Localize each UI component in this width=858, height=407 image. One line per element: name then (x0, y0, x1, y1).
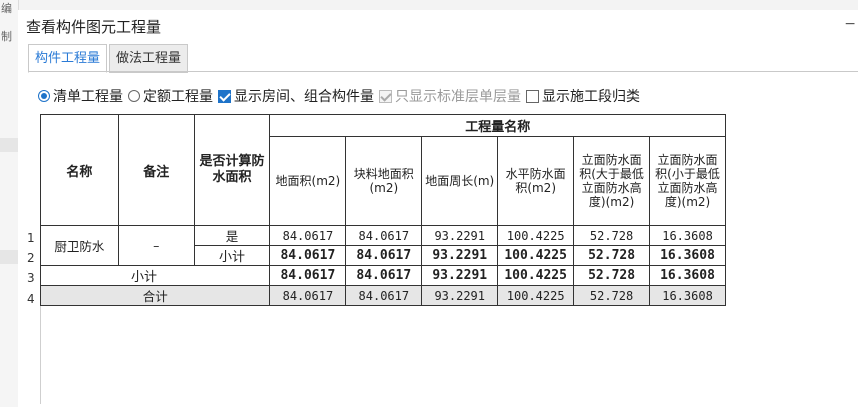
cell-note[interactable]: – (117, 225, 195, 266)
cell-value[interactable]: 84.0617 (345, 245, 423, 266)
quantity-table: 名称 备注 是否计算防水面积 工程量名称 地面积(m2) 块料地面积(m2) 地… (39, 114, 726, 306)
header-block-floor-area[interactable]: 块料地面积(m2) (345, 136, 423, 226)
quantity-grid: 1 2 3 4 名称 备注 是否计算防水面积 工程量名称 地面积(m2) 块料地… (26, 114, 726, 404)
background-left-text: 编 (1, 2, 12, 15)
cell-value[interactable]: 93.2291 (421, 285, 499, 306)
tab-method-quantity[interactable]: 做法工程量 (109, 44, 189, 73)
cell-value[interactable]: 100.4225 (497, 265, 575, 286)
header-vertical-above[interactable]: 立面防水面积(大于最低立面防水高度)(m2) (573, 136, 651, 226)
cell-value[interactable]: 52.728 (573, 245, 651, 266)
header-floor-area[interactable]: 地面积(m2) (269, 136, 347, 226)
cell-value[interactable]: 84.0617 (345, 265, 423, 286)
header-calc-waterproof[interactable]: 是否计算防水面积 (193, 114, 271, 226)
checkbox-unchecked-icon[interactable] (526, 89, 539, 103)
cell-value[interactable]: 100.4225 (497, 245, 575, 266)
cell-value[interactable]: 16.3608 (649, 245, 726, 266)
cell-value[interactable]: 93.2291 (421, 265, 499, 286)
dialog-title: 查看构件图元工程量 (26, 18, 162, 36)
cell-name[interactable]: 厨卫防水 (40, 225, 119, 266)
cell-subtotal-label[interactable]: 小计 (193, 245, 271, 266)
table-row[interactable]: 厨卫防水 – 是 84.0617 84.0617 93.2291 100.422… (40, 225, 726, 266)
cell-value[interactable]: 100.4225 (497, 285, 575, 306)
cell-value[interactable]: 84.0617 (345, 225, 423, 246)
radio-selected-icon[interactable] (38, 90, 50, 102)
standard-floor-only-checkbox: 只显示标准层单层量 (379, 86, 521, 106)
table-row-total[interactable]: 合计 84.0617 84.0617 93.2291 100.4225 52.7… (39, 285, 726, 306)
radio-unselected-icon[interactable] (128, 90, 140, 102)
cell-total-label[interactable]: 合计 (39, 285, 271, 306)
checkbox-checked-icon[interactable] (218, 89, 231, 103)
cell-value[interactable]: 52.728 (573, 285, 651, 306)
header-quantity-group: 工程量名称 (269, 114, 726, 137)
cell-value[interactable]: 16.3608 (649, 265, 726, 286)
bill-quantity-label: 清单工程量 (53, 89, 123, 105)
background-left-text: 制 (1, 30, 12, 43)
header-vertical-below[interactable]: 立面防水面积(小于最低立面防水高度)(m2) (649, 136, 726, 226)
header-floor-perimeter[interactable]: 地面周长(m) (421, 136, 499, 226)
row-number: 3 (27, 271, 35, 285)
table-row[interactable]: 小计 84.0617 84.0617 93.2291 100.4225 52.7… (39, 265, 726, 286)
cell-value[interactable]: 84.0617 (269, 225, 347, 246)
header-note[interactable]: 备注 (117, 114, 195, 226)
cell-value[interactable]: 84.0617 (269, 265, 347, 286)
cell-value[interactable]: 84.0617 (269, 285, 347, 306)
bill-quantity-radio[interactable]: 清单工程量 (38, 86, 123, 106)
row-number: 1 (27, 231, 35, 245)
cell-value[interactable]: 52.728 (573, 265, 651, 286)
options-bar: 清单工程量 定额工程量 显示房间、组合构件量 只显示标准层单层量 显示施工段归类 (38, 86, 645, 106)
cell-value[interactable]: 16.3608 (649, 285, 726, 306)
show-construction-label: 显示施工段归类 (542, 89, 640, 105)
background-left-stub (0, 138, 18, 152)
header-horizontal-waterproof[interactable]: 水平防水面积(m2) (497, 136, 575, 226)
cell-value[interactable]: 16.3608 (649, 225, 726, 246)
header-name[interactable]: 名称 (40, 114, 119, 226)
cell-value[interactable]: 93.2291 (421, 245, 499, 266)
cell-value[interactable]: 84.0617 (345, 285, 423, 306)
minimize-icon[interactable]: − (844, 16, 856, 32)
show-construction-checkbox[interactable]: 显示施工段归类 (526, 86, 640, 106)
grid-empty-area (40, 331, 726, 404)
cell-value[interactable]: 100.4225 (497, 225, 575, 246)
standard-floor-only-label: 只显示标准层单层量 (395, 89, 521, 105)
show-rooms-label: 显示房间、组合构件量 (234, 89, 374, 105)
cell-subtotal-label[interactable]: 小计 (39, 265, 271, 286)
row-number: 2 (27, 251, 35, 265)
show-rooms-checkbox[interactable]: 显示房间、组合构件量 (218, 86, 374, 106)
background-left-stub (0, 250, 18, 264)
cell-value[interactable]: 52.728 (573, 225, 651, 246)
quota-quantity-radio[interactable]: 定额工程量 (128, 86, 213, 106)
tab-bar: 构件工程量 做法工程量 (28, 44, 190, 73)
tab-divider (28, 71, 858, 72)
row-number: 4 (27, 292, 35, 306)
cell-value[interactable]: 84.0617 (269, 245, 347, 266)
checkbox-disabled-checked-icon (379, 89, 392, 103)
quota-quantity-label: 定额工程量 (143, 89, 213, 105)
tab-component-quantity[interactable]: 构件工程量 (28, 44, 108, 73)
background-left-panel: 编 制 (0, 0, 19, 407)
view-element-quantity-dialog: 查看构件图元工程量 − 构件工程量 做法工程量 清单工程量 定额工程量 显示房间… (18, 10, 858, 407)
cell-value[interactable]: 93.2291 (421, 225, 499, 246)
cell-calc[interactable]: 是 (193, 225, 271, 246)
row-number-column: 1 2 3 4 (26, 114, 41, 404)
